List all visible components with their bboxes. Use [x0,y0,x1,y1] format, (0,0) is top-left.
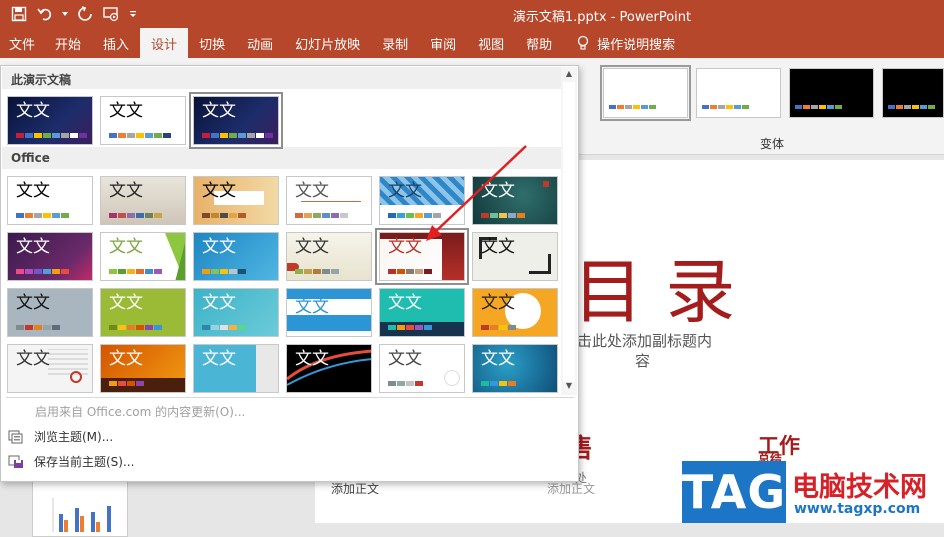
slide-text-right[interactable]: 添加正文 [547,480,595,497]
tab-file[interactable]: 文件 [0,28,44,58]
tab-help[interactable]: 帮助 [515,28,563,58]
theme-office-4[interactable]: 文文 [286,176,372,225]
theme-this-2[interactable]: 文文 [100,96,186,145]
variants-group-label: 变体 [760,137,785,151]
tab-home[interactable]: 开始 [44,28,92,58]
theme-office-23[interactable]: 文文 [379,344,465,393]
theme-office-2[interactable]: 文文 [100,176,186,225]
theme-office-22[interactable]: 文文 [286,344,372,393]
theme-office-24[interactable]: 文文 [472,344,558,393]
tab-design[interactable]: 设计 [140,28,189,58]
tab-insert[interactable]: 插入 [92,28,140,58]
theme-office-3[interactable]: 文文 [193,176,279,225]
theme-office-17[interactable]: 文文 [379,288,465,337]
ribbon-tabs: 文件 开始 插入 设计 切换 动画 幻灯片放映 录制 审阅 视图 帮助 操作说明… [0,28,944,58]
theme-office-20[interactable]: 文文 [100,344,186,393]
theme-office-19[interactable]: 文文 [7,344,93,393]
tab-transitions[interactable]: 切换 [188,28,236,58]
scroll-up-icon[interactable]: ▲ [563,69,575,81]
browse-themes-menu-item[interactable]: 浏览主题(M)... [7,428,113,445]
theme-gallery-dropdown: 此演示文稿 Office 文文 文文 文文 文文 文文 文文 文文 文文 文文 … [0,65,579,482]
enable-updates-menu-item: 启用来自 Office.com 的内容更新(O)... [35,405,246,419]
theme-office-9[interactable]: 文文 [193,232,279,281]
tab-animations[interactable]: 动画 [236,28,284,58]
theme-office-7[interactable]: 文文 [7,232,93,281]
tell-me-search[interactable]: 操作说明搜索 [563,28,686,58]
gallery-scrollbar[interactable]: ▲ ▼ [561,67,577,395]
theme-office-5[interactable]: 文文 [379,176,465,225]
section-header-this-presentation: 此演示文稿 [2,67,561,89]
theme-this-3[interactable]: 文文 [189,92,283,149]
site-watermark: TAG 电脑技术网 www.tagxp.com [682,461,944,523]
scrollbar-thumb[interactable] [563,82,575,382]
slide-thumbnail[interactable] [32,477,128,537]
variant-light[interactable] [696,68,781,118]
theme-office-13[interactable]: 文文 [7,288,93,337]
title-bar: 演示文稿1.pptx - PowerPoint [0,0,944,28]
menu-divider [6,397,574,398]
theme-office-8[interactable]: 文文 [100,232,186,281]
watermark-logo: TAG [682,461,786,523]
theme-office-10[interactable]: 文文 [286,232,372,281]
tab-slideshow[interactable]: 幻灯片放映 [284,28,371,58]
lightbulb-icon [577,35,589,51]
tell-me-label: 操作说明搜索 [597,37,676,53]
watermark-site-name: 电脑技术网 [792,472,927,503]
save-theme-icon [7,454,25,470]
tab-review[interactable]: 审阅 [419,28,467,58]
save-theme-menu-item[interactable]: 保存当前主题(S)... [7,453,134,470]
variant-black[interactable] [789,68,874,118]
theme-office-16[interactable]: 文文 [286,288,372,337]
watermark-url: www.tagxp.com [794,501,921,517]
slide-subtitle-line2[interactable]: 容 [635,350,650,371]
browse-themes-icon [7,429,25,445]
theme-office-18[interactable]: 文文 [472,288,558,337]
variant-dark[interactable] [882,68,944,118]
theme-office-21[interactable]: 文文 [193,344,279,393]
slide-subtitle-line1[interactable]: 击此处添加副标题内 [577,330,712,351]
variant-white[interactable] [600,65,691,121]
theme-office-15[interactable]: 文文 [193,288,279,337]
slide-title[interactable]: 目 录 [573,252,735,332]
scroll-down-icon[interactable]: ▼ [563,381,575,393]
theme-office-14[interactable]: 文文 [100,288,186,337]
theme-office-11[interactable]: 文文 [375,228,469,285]
section-header-office: Office [2,147,561,169]
theme-office-1[interactable]: 文文 [7,176,93,225]
theme-office-6[interactable]: 文文 [472,176,558,225]
theme-this-1[interactable]: 文文 [7,96,93,145]
tab-view[interactable]: 视图 [467,28,515,58]
theme-office-12[interactable]: 文文 [472,232,558,281]
slide-text-left[interactable]: 添加正文 [331,480,379,497]
tab-record[interactable]: 录制 [371,28,419,58]
document-title: 演示文稿1.pptx - PowerPoint [512,10,692,25]
